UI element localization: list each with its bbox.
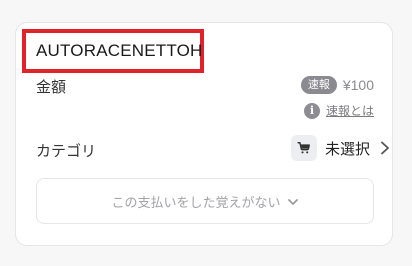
chevron-down-icon	[287, 192, 299, 211]
dispute-label: この支払いをした覚えがない	[111, 195, 281, 211]
merchant-name: AUTORACENETTOH	[36, 41, 203, 60]
help-link-label[interactable]: 速報とは	[326, 102, 374, 119]
category-label: カテゴリ	[36, 142, 97, 160]
preliminary-help-link[interactable]: i 速報とは	[303, 102, 374, 119]
amount-label: 金額	[36, 78, 67, 96]
amount-value: ¥100	[342, 77, 374, 93]
preliminary-badge: 速報	[300, 76, 337, 94]
chevron-right-icon	[378, 141, 392, 155]
category-value: 未選択	[324, 139, 370, 158]
category-selector[interactable]: 未選択	[290, 135, 392, 161]
cart-icon	[290, 135, 317, 161]
amount-value-group: 速報 ¥100	[300, 76, 374, 94]
merchant-highlight: AUTORACENETTOH	[22, 29, 204, 73]
info-icon: i	[303, 102, 320, 119]
dispute-button[interactable]: この支払いをした覚えがない	[36, 178, 374, 224]
